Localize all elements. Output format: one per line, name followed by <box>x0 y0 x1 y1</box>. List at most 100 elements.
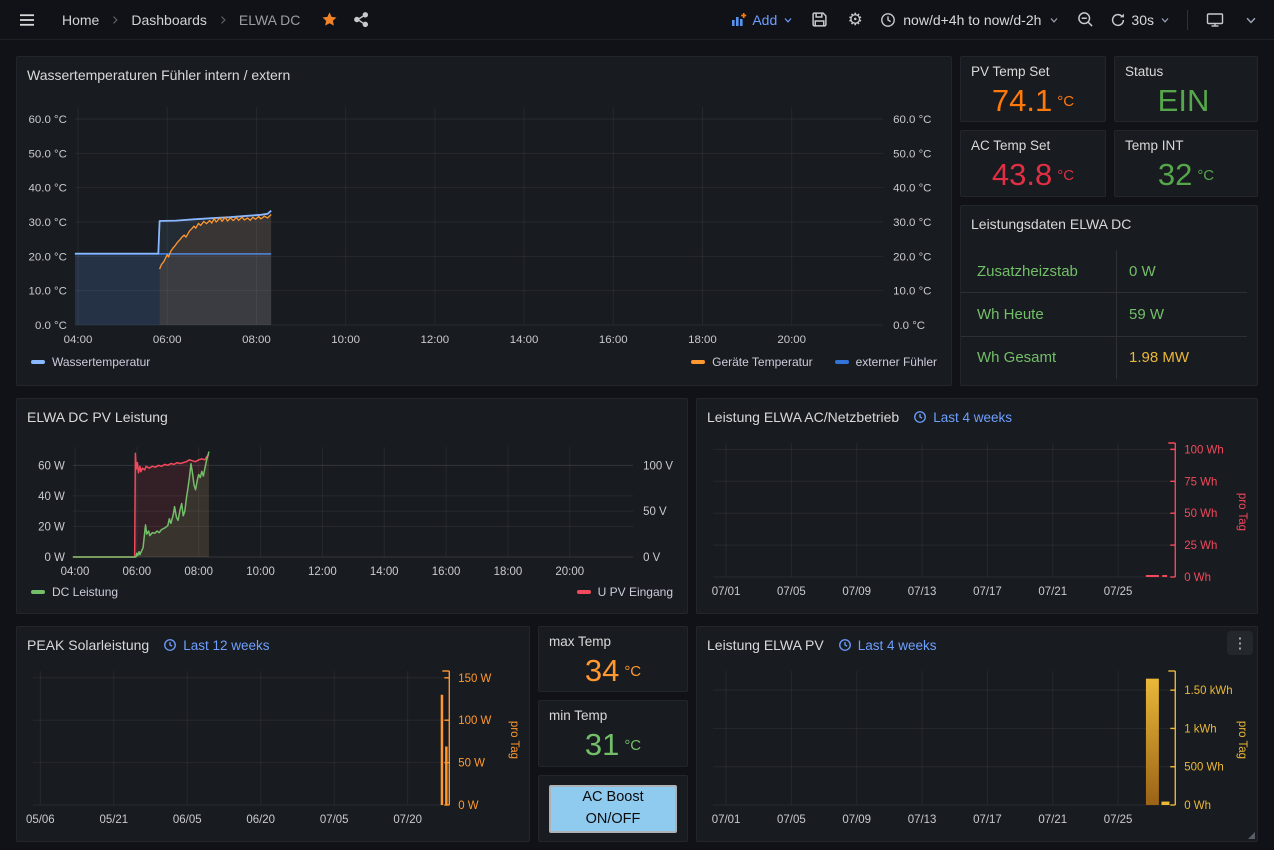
panel-resize-handle[interactable] <box>1248 832 1255 839</box>
add-panel-button[interactable]: Add <box>730 12 794 28</box>
svg-text:50 V: 50 V <box>643 506 667 518</box>
dc-pv-leistung-time-series-chart[interactable]: 04:0006:0008:0010:0012:0014:0016:0018:00… <box>25 435 679 585</box>
svg-text:16:00: 16:00 <box>432 566 461 578</box>
svg-text:07/25: 07/25 <box>1104 586 1133 598</box>
svg-text:30.0 °C: 30.0 °C <box>893 217 931 229</box>
svg-text:0 Wh: 0 Wh <box>1184 572 1211 584</box>
panel-leistungsdaten-elwa-dc: Leistungsdaten ELWA DC Zusatzheizstab0 W… <box>960 205 1258 386</box>
breadcrumb-home[interactable]: Home <box>62 12 99 28</box>
stat-title[interactable]: AC Temp Set <box>961 131 1105 153</box>
table-cell-value: 0 W <box>1116 250 1247 292</box>
panel-title[interactable]: Wassertemperaturen Fühler intern / exter… <box>27 67 290 83</box>
chevron-down-icon[interactable] <box>1240 9 1262 31</box>
svg-text:08:00: 08:00 <box>184 566 213 578</box>
favorite-star-icon[interactable] <box>318 9 340 31</box>
table-cell-value: 59 W <box>1116 293 1247 335</box>
svg-text:40 W: 40 W <box>38 491 65 503</box>
svg-text:12:00: 12:00 <box>308 566 337 578</box>
svg-text:07/05: 07/05 <box>320 814 349 826</box>
chevron-right-icon <box>217 14 229 26</box>
svg-text:08:00: 08:00 <box>242 334 271 346</box>
legend-item[interactable]: externer Fühler <box>835 355 937 369</box>
svg-text:04:00: 04:00 <box>61 566 90 578</box>
zoom-out-time-icon[interactable] <box>1074 9 1096 31</box>
chart-legend: Wassertemperatur Geräte Temperatur externe… <box>17 355 951 375</box>
stat-title[interactable]: max Temp <box>539 627 687 649</box>
svg-text:07/05: 07/05 <box>777 814 806 826</box>
legend-swatch-icon <box>31 590 45 594</box>
stat-title[interactable]: PV Temp Set <box>961 57 1105 79</box>
panel-menu-kebab-icon[interactable]: ⋮ <box>1227 631 1253 655</box>
panel-peak-solarleistung: PEAK Solarleistung Last 12 weeks 05/0605… <box>16 626 530 842</box>
peak-solarleistung-bar-chart[interactable]: 05/0605/2106/0506/2007/0507/200 W50 W100… <box>25 663 521 831</box>
stat-title[interactable]: Temp INT <box>1115 131 1257 153</box>
svg-text:05/21: 05/21 <box>99 814 128 826</box>
panel-title[interactable]: Leistung ELWA AC/Netzbetrieb <box>707 409 899 425</box>
share-icon[interactable] <box>350 9 372 31</box>
panel-wassertemperaturen: Wassertemperaturen Fühler intern / exter… <box>16 56 952 386</box>
panel-title[interactable]: PEAK Solarleistung <box>27 637 149 653</box>
svg-text:10:00: 10:00 <box>246 566 275 578</box>
svg-text:10:00: 10:00 <box>331 334 360 346</box>
svg-text:100 Wh: 100 Wh <box>1184 444 1223 456</box>
breadcrumb-dashboards[interactable]: Dashboards <box>131 12 207 28</box>
dashboard-settings-gear-icon[interactable]: ⚙ <box>844 9 866 31</box>
svg-text:04:00: 04:00 <box>64 334 93 346</box>
refresh-icon <box>1110 12 1126 28</box>
svg-text:07/13: 07/13 <box>908 586 937 598</box>
svg-text:25 Wh: 25 Wh <box>1184 540 1217 552</box>
time-range-text: now/d+4h to now/d-2h <box>903 12 1041 28</box>
time-range-link[interactable]: Last 4 weeks <box>913 410 1012 425</box>
legend-item[interactable]: DC Leistung <box>31 585 118 599</box>
legend-item[interactable]: Geräte Temperatur <box>691 355 813 369</box>
stat-title[interactable]: Status <box>1115 57 1257 79</box>
svg-text:07/21: 07/21 <box>1038 814 1067 826</box>
table-row: Wh Heute59 W <box>961 293 1247 336</box>
stat-title[interactable]: min Temp <box>539 701 687 723</box>
table-row: Wh Gesamt1.98 MW <box>961 337 1247 379</box>
elwa-pv-bar-chart[interactable]: 07/0107/0507/0907/1307/1707/2107/250 Wh5… <box>705 663 1249 831</box>
time-range-picker[interactable]: now/d+4h to now/d-2h <box>880 12 1060 28</box>
ac-netzbetrieb-bar-chart[interactable]: 07/0107/0507/0907/1307/1707/2107/250 Wh2… <box>705 435 1249 603</box>
tv-kiosk-mode-icon[interactable] <box>1204 9 1226 31</box>
svg-text:07/09: 07/09 <box>842 586 871 598</box>
time-range-link[interactable]: Last 12 weeks <box>163 638 269 653</box>
svg-text:18:00: 18:00 <box>494 566 523 578</box>
panel-title[interactable]: ELWA DC PV Leistung <box>27 409 168 425</box>
svg-text:06/05: 06/05 <box>173 814 202 826</box>
panel-status: Status EIN <box>1114 56 1258 122</box>
panel-leistung-elwa-pv: Leistung ELWA PV Last 4 weeks ⋮ 07/0107/… <box>696 626 1258 842</box>
clock-icon <box>913 410 927 424</box>
menu-icon[interactable] <box>16 9 38 31</box>
chevron-down-icon <box>782 14 794 26</box>
svg-text:0 W: 0 W <box>458 800 479 812</box>
svg-text:07/01: 07/01 <box>712 586 741 598</box>
refresh-picker[interactable]: 30s <box>1110 12 1171 28</box>
svg-text:07/13: 07/13 <box>908 814 937 826</box>
chevron-down-icon <box>1159 14 1171 26</box>
top-navigation: Home Dashboards ELWA DC Add ⚙ now/d+4h t… <box>0 0 1274 40</box>
ac-boost-button[interactable]: AC BoostON/OFF <box>549 785 677 833</box>
panel-title[interactable]: Leistung ELWA PV <box>707 637 824 653</box>
panel-ac-boost: AC BoostON/OFF <box>538 775 688 842</box>
legend-swatch-icon <box>835 360 849 364</box>
refresh-interval-text: 30s <box>1131 12 1154 28</box>
breadcrumb-current-dashboard: ELWA DC <box>239 12 300 28</box>
divider <box>1187 10 1188 30</box>
clock-icon <box>838 638 852 652</box>
wassertemperaturen-time-series-chart[interactable]: 04:0006:0008:0010:0012:0014:0016:0018:00… <box>25 93 943 355</box>
legend-item[interactable]: Wassertemperatur <box>31 355 150 369</box>
svg-text:60.0 °C: 60.0 °C <box>893 114 931 126</box>
svg-text:75 Wh: 75 Wh <box>1184 476 1217 488</box>
svg-text:50 Wh: 50 Wh <box>1184 508 1217 520</box>
svg-text:10.0 °C: 10.0 °C <box>29 286 67 298</box>
legend-item[interactable]: U PV Eingang <box>577 585 673 599</box>
svg-text:07/17: 07/17 <box>973 586 1002 598</box>
time-range-link[interactable]: Last 4 weeks <box>838 638 937 653</box>
panel-title[interactable]: Leistungsdaten ELWA DC <box>971 216 1131 232</box>
svg-text:150 W: 150 W <box>458 673 491 685</box>
svg-text:60 W: 60 W <box>38 460 65 472</box>
svg-text:20 W: 20 W <box>38 521 65 533</box>
stat-value: 74.1°C <box>961 79 1105 121</box>
save-dashboard-icon[interactable] <box>808 9 830 31</box>
